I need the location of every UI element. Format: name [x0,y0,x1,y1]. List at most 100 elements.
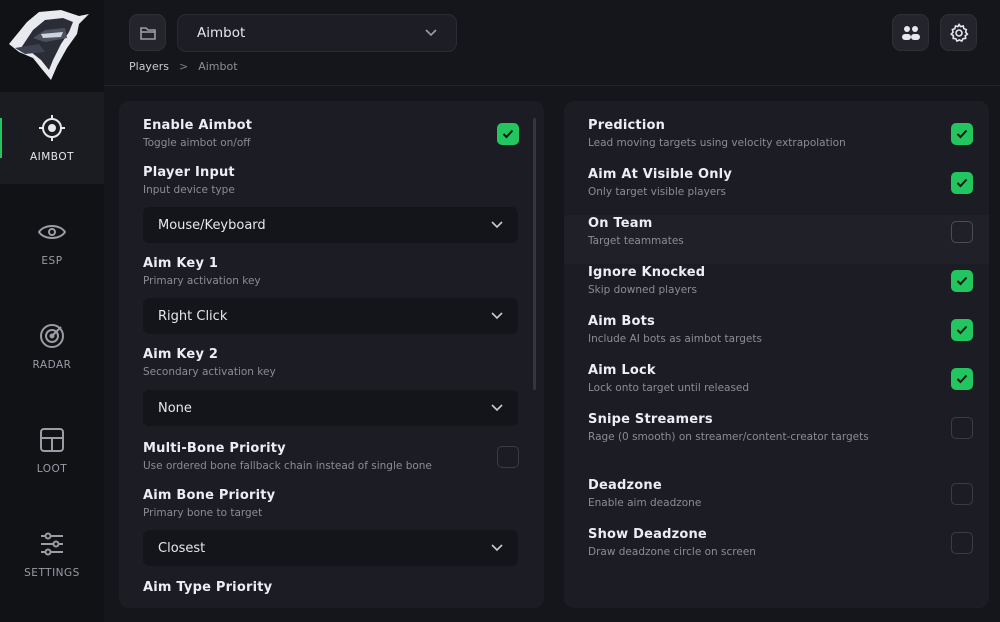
aim-key-2-select[interactable]: None [143,390,518,426]
setting-title: Prediction [588,118,666,133]
setting-desc: Toggle aimbot on/off [143,137,251,149]
sidebar-item-aimbot[interactable]: AIMBOT [0,92,104,184]
multi-bone-priority-checkbox[interactable] [497,446,519,468]
ignore-knocked-checkbox[interactable] [951,270,973,292]
setting-aim-bone-priority: Aim Bone Priority Primary bone to target [143,488,275,519]
users-button[interactable] [892,14,929,51]
aimbot-main-panel: Enable Aimbot Toggle aimbot on/off Playe… [119,101,544,608]
sidebar-item-esp[interactable]: ESP [0,196,104,288]
breadcrumb-separator: > [178,60,189,73]
setting-title: Aim At Visible Only [588,167,733,182]
checkmark-icon [956,325,968,335]
select-value: None [158,400,192,416]
snipe-streamers-checkbox[interactable] [951,417,973,439]
setting-deadzone: Deadzone Enable aim deadzone [588,478,701,509]
folder-icon [139,26,156,40]
checkmark-icon [956,129,968,139]
setting-title: Player Input [143,165,235,180]
setting-title: Enable Aimbot [143,118,253,133]
setting-title: Deadzone [588,478,662,493]
setting-ignore-knocked: Ignore Knocked Skip downed players [588,265,705,296]
setting-title: Multi-Bone Priority [143,441,286,456]
setting-show-deadzone: Show Deadzone Draw deadzone circle on sc… [588,527,756,558]
setting-desc: Secondary activation key [143,366,276,378]
aim-key-1-select[interactable]: Right Click [143,298,518,334]
crosshair-icon [39,115,65,141]
users-icon [901,25,920,40]
left-panel-scrollbar[interactable] [533,118,536,390]
setting-desc: Draw deadzone circle on screen [588,546,756,558]
setting-title: Aim Type Priority [143,580,273,595]
player-input-select[interactable]: Mouse/Keyboard [143,207,518,243]
setting-desc: Only target visible players [588,186,727,198]
ninja-logo [9,10,89,80]
profile-dropdown-value: Aimbot [197,25,246,41]
top-bar: Aimbot Players > Aimbot [104,0,1000,86]
setting-desc: Target teammates [588,235,684,247]
deadzone-checkbox[interactable] [951,483,973,505]
setting-aim-bots: Aim Bots Include AI bots as aimbot targe… [588,314,762,345]
setting-desc: Lead moving targets using velocity extra… [588,137,846,149]
chevron-down-icon [491,544,503,552]
aimbot-options-panel: Prediction Lead moving targets using vel… [564,101,989,608]
setting-aim-key-2: Aim Key 2 Secondary activation key [143,347,276,378]
setting-title: Ignore Knocked [588,265,706,280]
aim-lock-checkbox[interactable] [951,368,973,390]
profile-dropdown[interactable]: Aimbot [177,14,457,52]
setting-title: Aim Bone Priority [143,488,276,503]
checkmark-icon [956,178,968,188]
sidebar-item-label: LOOT [36,463,68,475]
sidebar-item-label: RADAR [32,359,72,371]
setting-aim-type-priority: Aim Type Priority [143,580,272,595]
setting-desc: Lock onto target until released [588,382,750,394]
on-team-checkbox[interactable] [951,221,973,243]
setting-desc: Primary activation key [143,275,261,287]
chevron-down-icon [491,312,503,320]
setting-title: Show Deadzone [588,527,707,542]
checkmark-icon [502,129,514,139]
eye-icon [37,225,67,239]
sliders-icon [41,532,63,556]
sidebar: AIMBOT ESP RADAR LOOT SETTINGS [0,0,104,622]
setting-on-team: On Team Target teammates [588,216,684,247]
checkmark-icon [956,276,968,286]
active-indicator [0,118,2,158]
sidebar-item-label: AIMBOT [29,151,75,163]
folder-button[interactable] [129,14,166,51]
aim-at-visible-only-checkbox[interactable] [951,172,973,194]
setting-title: Snipe Streamers [588,412,713,427]
setting-desc: Use ordered bone fallback chain instead … [143,460,432,472]
select-value: Mouse/Keyboard [158,217,266,233]
setting-multi-bone-priority: Multi-Bone Priority Use ordered bone fal… [143,441,432,472]
setting-desc: Input device type [143,184,235,196]
sidebar-item-loot[interactable]: LOOT [0,404,104,496]
sidebar-item-label: ESP [41,255,63,267]
setting-desc: Rage (0 smooth) on streamer/content-crea… [588,431,869,443]
setting-title: Aim Key 2 [143,347,219,362]
select-value: Right Click [158,308,228,324]
enable-aimbot-checkbox[interactable] [497,123,519,145]
setting-title: Aim Bots [588,314,655,329]
setting-desc: Skip downed players [588,284,697,296]
setting-title: Aim Key 1 [143,256,219,271]
setting-desc: Enable aim deadzone [588,497,702,509]
show-deadzone-checkbox[interactable] [951,532,973,554]
setting-title: Aim Lock [588,363,656,378]
prediction-checkbox[interactable] [951,123,973,145]
loot-grid-icon [40,428,64,452]
breadcrumb-root[interactable]: Players [129,60,169,73]
sidebar-item-radar[interactable]: RADAR [0,300,104,392]
chevron-down-icon [491,404,503,412]
settings-button[interactable] [940,14,977,51]
setting-player-input: Player Input Input device type [143,165,235,196]
setting-snipe-streamers: Snipe Streamers Rage (0 smooth) on strea… [588,412,869,443]
checkmark-icon [956,374,968,384]
select-value: Closest [158,540,206,556]
sidebar-item-settings[interactable]: SETTINGS [0,508,104,600]
breadcrumb-current: Aimbot [198,60,238,73]
setting-enable-aimbot: Enable Aimbot Toggle aimbot on/off [143,118,252,149]
aim-bone-priority-select[interactable]: Closest [143,530,518,566]
gear-icon [949,22,969,42]
aim-bots-checkbox[interactable] [951,319,973,341]
setting-aim-at-visible-only: Aim At Visible Only Only target visible … [588,167,732,198]
